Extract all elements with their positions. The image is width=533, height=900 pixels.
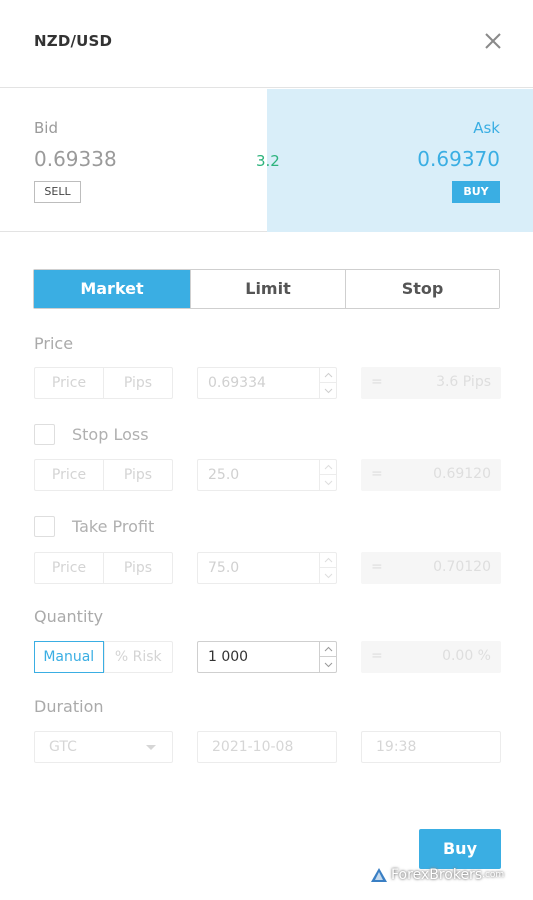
take-profit-stepper [197,552,337,584]
buy-side-button[interactable]: BUY [452,181,500,203]
dialog-header: NZD/USD [0,0,533,88]
price-result: = 3.6 Pips [361,367,501,399]
take-profit-increment-button[interactable] [320,553,336,568]
price-mode-price[interactable]: Price [35,368,103,398]
quantity-mode-toggle: Manual % Risk [34,641,173,673]
stop-loss-mode-pips[interactable]: Pips [103,460,172,490]
stop-loss-decrement-button[interactable] [320,475,336,490]
sell-button[interactable]: SELL [34,181,81,203]
quote-panel: Bid 0.69338 SELL 3.2 Ask 0.69370 BUY [0,89,533,232]
price-input[interactable] [198,368,318,398]
equals-sign: = [371,648,383,664]
duration-type-select[interactable]: GTC [34,731,173,763]
stop-loss-stepper-buttons [319,460,336,490]
quantity-label: Quantity [34,607,104,626]
quantity-decrement-button[interactable] [320,657,336,672]
price-decrement-button[interactable] [320,383,336,398]
dropdown-caret-icon [146,745,156,750]
take-profit-mode-pips[interactable]: Pips [103,553,172,583]
take-profit-result-value: 0.70120 [433,559,491,575]
ask-price: 0.69370 [417,147,500,171]
quantity-mode-manual[interactable]: Manual [34,641,104,673]
equals-sign: = [371,559,383,575]
quantity-stepper-buttons [319,642,336,672]
expiry-date-value: 2021-10-08 [212,739,294,755]
price-label: Price [34,334,74,353]
submit-buy-button[interactable]: Buy [419,829,501,869]
stop-loss-increment-button[interactable] [320,460,336,475]
chevron-up-icon [324,464,332,470]
stop-loss-label: Stop Loss [72,425,149,444]
price-mode-toggle: Price Pips [34,367,173,399]
price-stepper-buttons [319,368,336,398]
duration-label: Duration [34,697,104,716]
stop-loss-mode-price[interactable]: Price [35,460,103,490]
stop-loss-mode-toggle: Price Pips [34,459,173,491]
close-icon [485,33,501,49]
take-profit-decrement-button[interactable] [320,568,336,583]
bid-price: 0.69338 [34,147,117,171]
tab-market[interactable]: Market [34,270,190,308]
take-profit-mode-price[interactable]: Price [35,553,103,583]
quantity-mode-risk[interactable]: % Risk [103,642,173,672]
order-type-tabs: Market Limit Stop [33,269,500,309]
tab-stop[interactable]: Stop [345,270,499,308]
watermark-brand: ForexBrokers [391,867,483,883]
price-result-value: 3.6 Pips [436,374,491,390]
spread-value: 3.2 [256,152,280,170]
stop-loss-checkbox[interactable] [34,424,55,445]
quantity-increment-button[interactable] [320,642,336,657]
take-profit-mode-toggle: Price Pips [34,552,173,584]
stop-loss-stepper [197,459,337,491]
take-profit-checkbox[interactable] [34,516,55,537]
take-profit-input[interactable] [198,553,318,583]
chevron-up-icon [324,372,332,378]
quantity-result: = 0.00 % [361,641,501,673]
forexbrokers-logo-icon [371,868,387,882]
take-profit-label: Take Profit [72,517,155,536]
duration-type-value: GTC [49,739,77,755]
close-button[interactable] [482,30,504,52]
symbol-title: NZD/USD [34,32,113,50]
price-increment-button[interactable] [320,368,336,383]
stop-loss-result: = 0.69120 [361,459,501,491]
quantity-input[interactable] [198,642,318,672]
chevron-up-icon [324,557,332,563]
expiry-time-value: 19:38 [376,739,417,755]
price-mode-pips[interactable]: Pips [103,368,172,398]
chevron-up-icon [324,646,332,652]
stop-loss-result-value: 0.69120 [433,466,491,482]
stop-loss-input[interactable] [198,460,318,490]
tab-limit[interactable]: Limit [190,270,345,308]
chevron-down-icon [324,480,332,485]
bid-label: Bid [34,119,58,137]
expiry-date-field[interactable]: 2021-10-08 [197,731,337,763]
watermark: ForexBrokers .com [370,867,504,883]
watermark-suffix: .com [482,870,505,880]
price-stepper [197,367,337,399]
equals-sign: = [371,466,383,482]
ask-label: Ask [473,119,500,137]
take-profit-stepper-buttons [319,553,336,583]
expiry-time-field[interactable]: 19:38 [361,731,501,763]
chevron-down-icon [324,388,332,393]
quantity-result-value: 0.00 % [442,648,491,664]
take-profit-result: = 0.70120 [361,552,501,584]
chevron-down-icon [324,662,332,667]
quantity-stepper [197,641,337,673]
equals-sign: = [371,374,383,390]
chevron-down-icon [324,573,332,578]
